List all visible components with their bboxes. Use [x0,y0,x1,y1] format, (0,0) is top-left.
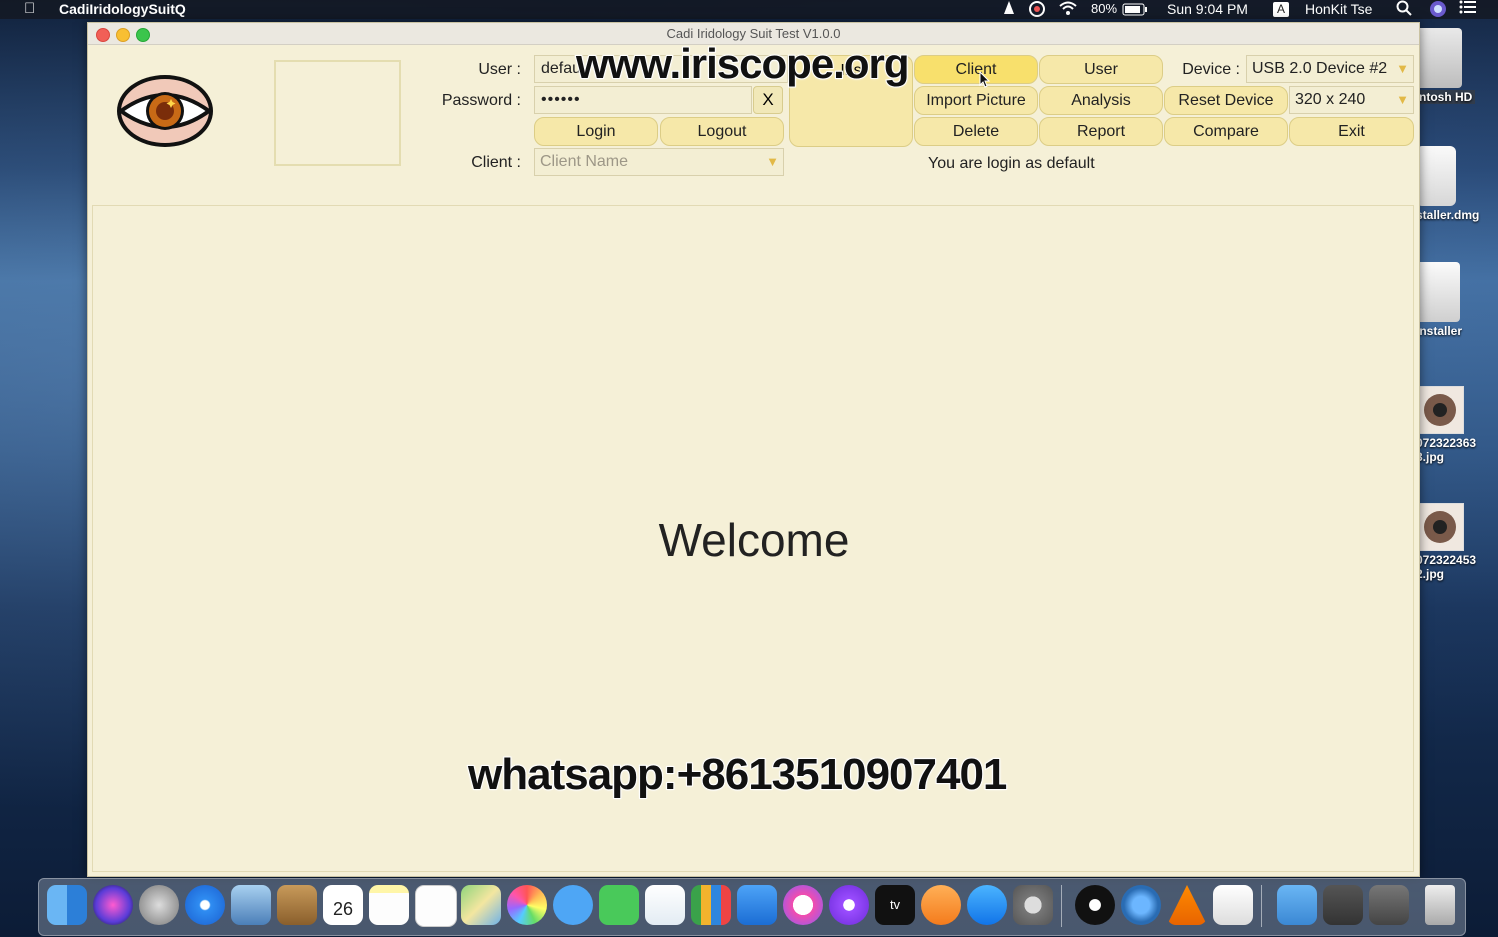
obs-icon[interactable] [1075,885,1115,925]
wifi-icon[interactable] [1058,0,1078,19]
report-button[interactable]: Report [1039,117,1163,146]
books-icon[interactable] [921,885,961,925]
messages-icon[interactable] [553,885,593,925]
vlc-icon[interactable] [1167,885,1207,925]
dock-separator [1061,885,1062,927]
maps-icon[interactable] [461,885,501,925]
disk-icon [1416,262,1460,322]
user-label: User : [478,61,521,78]
dock-separator [1261,885,1262,927]
cone-status-icon[interactable] [1001,0,1017,19]
login-status-text: You are login as default [928,155,1095,172]
client-photo-box [274,60,401,166]
pages-icon[interactable] [645,885,685,925]
desktop-icon-jpg-1[interactable]: 072322363 3.jpg [1416,386,1498,464]
compare-button[interactable]: Compare [1164,117,1288,146]
clock[interactable]: Sun 9:04 PM [1167,0,1248,19]
installer-app-icon[interactable] [1213,885,1253,925]
spotlight-search-icon[interactable] [1396,0,1412,19]
finder-icon[interactable] [47,885,87,925]
desktop-icon-installer[interactable]: Installer [1416,262,1498,338]
screenshot-stack-icon[interactable] [1369,885,1409,925]
desktop-icon-label: 072322453 2.jpg [1416,553,1477,581]
desktop-icon-label: staller.dmg [1416,208,1480,222]
welcome-heading: Welcome [658,514,850,566]
apple-menu-icon[interactable]:  [24,0,35,19]
siri-icon[interactable] [1429,0,1447,19]
menu-bar:  CadiIridologySuitQ 80% Sun 9:04 PM A H… [0,0,1498,19]
password-input[interactable]: •••••• [534,86,752,114]
desktop-icon-installer-dmg[interactable]: staller.dmg [1416,146,1498,222]
launchpad-icon[interactable] [139,885,179,925]
hard-drive-icon [1416,28,1462,88]
desktop-icon-label: ntosh HD [1416,90,1476,104]
safari-icon[interactable] [185,885,225,925]
apple-tv-icon[interactable]: tv [875,885,915,925]
desktop-icon-label: Installer [1416,324,1463,338]
eye-image-icon [1416,386,1464,434]
battery-icon[interactable] [1122,0,1148,19]
login-button[interactable]: Login [534,117,658,146]
numbers-icon[interactable] [691,885,731,925]
reset-device-button[interactable]: Reset Device [1164,86,1288,115]
user-name[interactable]: HonKit Tse [1305,0,1372,19]
trash-icon[interactable] [1425,885,1455,925]
exit-button[interactable]: Exit [1289,117,1414,146]
client-name-placeholder: Client Name [540,153,629,170]
user-button[interactable]: User [1039,55,1163,84]
notification-center-icon[interactable] [1459,0,1477,19]
client-button[interactable]: Client [914,55,1038,84]
whatsapp-watermark: whatsapp:+8613510907401 [467,749,1008,800]
recent-files-stack-icon[interactable] [1323,885,1363,925]
reminders-icon[interactable] [415,885,457,927]
desktop-icon-jpg-2[interactable]: 072322453 2.jpg [1416,503,1498,581]
eye-logo-icon [113,71,217,151]
device-label: Device : [1182,61,1240,78]
delete-button[interactable]: Delete [914,117,1038,146]
clear-button[interactable]: X [753,86,783,114]
podcasts-icon[interactable] [829,885,869,925]
disk-image-icon [1416,146,1456,206]
mouse-cursor-icon [979,71,991,88]
eye-image-icon [1416,503,1464,551]
client-name-dropdown[interactable]: Client Name ▼ [534,148,784,176]
contacts-icon[interactable] [277,885,317,925]
analysis-button[interactable]: Analysis [1039,86,1163,115]
system-preferences-icon[interactable] [1013,885,1053,925]
calendar-day: 26 [332,899,354,919]
logout-button[interactable]: Logout [660,117,784,146]
music-icon[interactable] [783,885,823,925]
mail-icon[interactable] [231,885,271,925]
facetime-icon[interactable] [599,885,639,925]
desktop-icon-hard-drive[interactable]: ntosh HD [1416,28,1498,104]
battery-percent: 80% [1091,1,1118,16]
downloads-folder-icon[interactable] [1277,885,1317,925]
siri-icon[interactable] [93,885,133,925]
resolution-dropdown[interactable]: 320 x 240 ▼ [1289,86,1414,114]
creative-cloud-icon[interactable] [1028,0,1046,19]
app-window: Cadi Iridology Suit Test V1.0.0 User : d… [87,22,1420,877]
device-dropdown[interactable]: USB 2.0 Device #2 ▼ [1246,55,1414,83]
quicktime-icon[interactable] [1121,885,1161,925]
app-store-icon[interactable] [967,885,1007,925]
app-menu-name[interactable]: CadiIridologySuitQ [59,0,186,19]
password-label: Password : [441,92,521,109]
photos-icon[interactable] [507,885,547,925]
chevron-down-icon: ▼ [1396,92,1409,107]
desktop-icon-label: 072322363 3.jpg [1416,436,1477,464]
import-picture-button[interactable]: Import Picture [914,86,1038,115]
resolution-value: 320 x 240 [1295,91,1366,108]
device-value: USB 2.0 Device #2 [1252,60,1388,77]
website-watermark: www.iriscope.org [575,39,911,88]
chevron-down-icon: ▼ [766,154,779,169]
window-title: Cadi Iridology Suit Test V1.0.0 [666,26,841,41]
dock: 26 tv [38,878,1466,936]
input-source-icon[interactable]: A [1273,2,1289,17]
client-label: Client : [471,154,521,171]
notes-icon[interactable] [369,885,409,925]
keynote-icon[interactable] [737,885,777,925]
calendar-icon[interactable]: 26 [323,885,363,925]
chevron-down-icon: ▼ [1393,56,1409,82]
